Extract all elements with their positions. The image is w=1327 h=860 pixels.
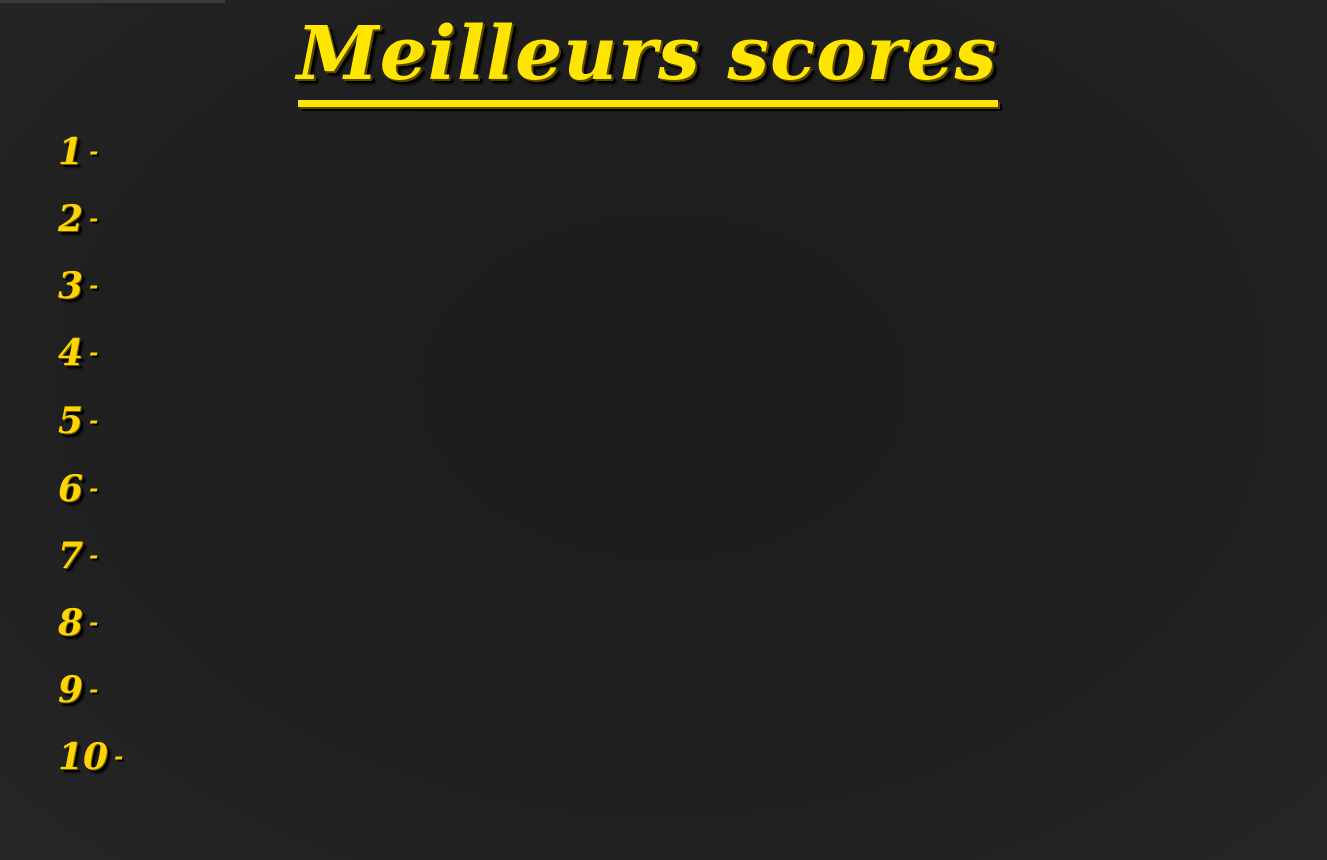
page-title: Meilleurs scores: [296, 8, 998, 114]
rank-separator: -: [89, 273, 99, 299]
score-row-7: 7 -: [58, 531, 378, 581]
rank-number: 5: [58, 400, 84, 442]
score-row-8: 8 -: [58, 598, 378, 648]
rank-separator: -: [89, 476, 99, 502]
rank-separator: -: [89, 139, 99, 165]
rank-separator: -: [89, 677, 99, 703]
rank-number: 8: [58, 602, 84, 644]
score-row-3: 3 -: [58, 261, 378, 311]
score-row-9: 9 -: [58, 665, 378, 715]
rank-number: 7: [58, 535, 84, 577]
rank-number: 10: [58, 736, 109, 778]
rank-number: 6: [58, 468, 84, 510]
title-underline: [298, 100, 998, 107]
score-row-10: 10 -: [58, 732, 378, 782]
rank-separator: -: [114, 744, 124, 770]
rank-separator: -: [89, 408, 99, 434]
rank-separator: -: [89, 206, 99, 232]
score-row-6: 6 -: [58, 464, 378, 514]
rank-number: 2: [58, 198, 84, 240]
high-score-list: 1 - 2 - 3 - 4 - 5 - 6 - 7 - 8 - 9 - 10 -: [0, 0, 400, 860]
rank-separator: -: [89, 340, 99, 366]
rank-number: 3: [58, 265, 84, 307]
rank-separator: -: [89, 610, 99, 636]
rank-separator: -: [89, 543, 99, 569]
page-title-text: Meilleurs scores: [296, 11, 998, 97]
score-row-4: 4 -: [58, 328, 378, 378]
score-row-5: 5 -: [58, 396, 378, 446]
rank-number: 1: [58, 131, 84, 173]
score-row-2: 2 -: [58, 194, 378, 244]
score-row-1: 1 -: [58, 127, 378, 177]
rank-number: 4: [58, 332, 84, 374]
rank-number: 9: [58, 669, 84, 711]
